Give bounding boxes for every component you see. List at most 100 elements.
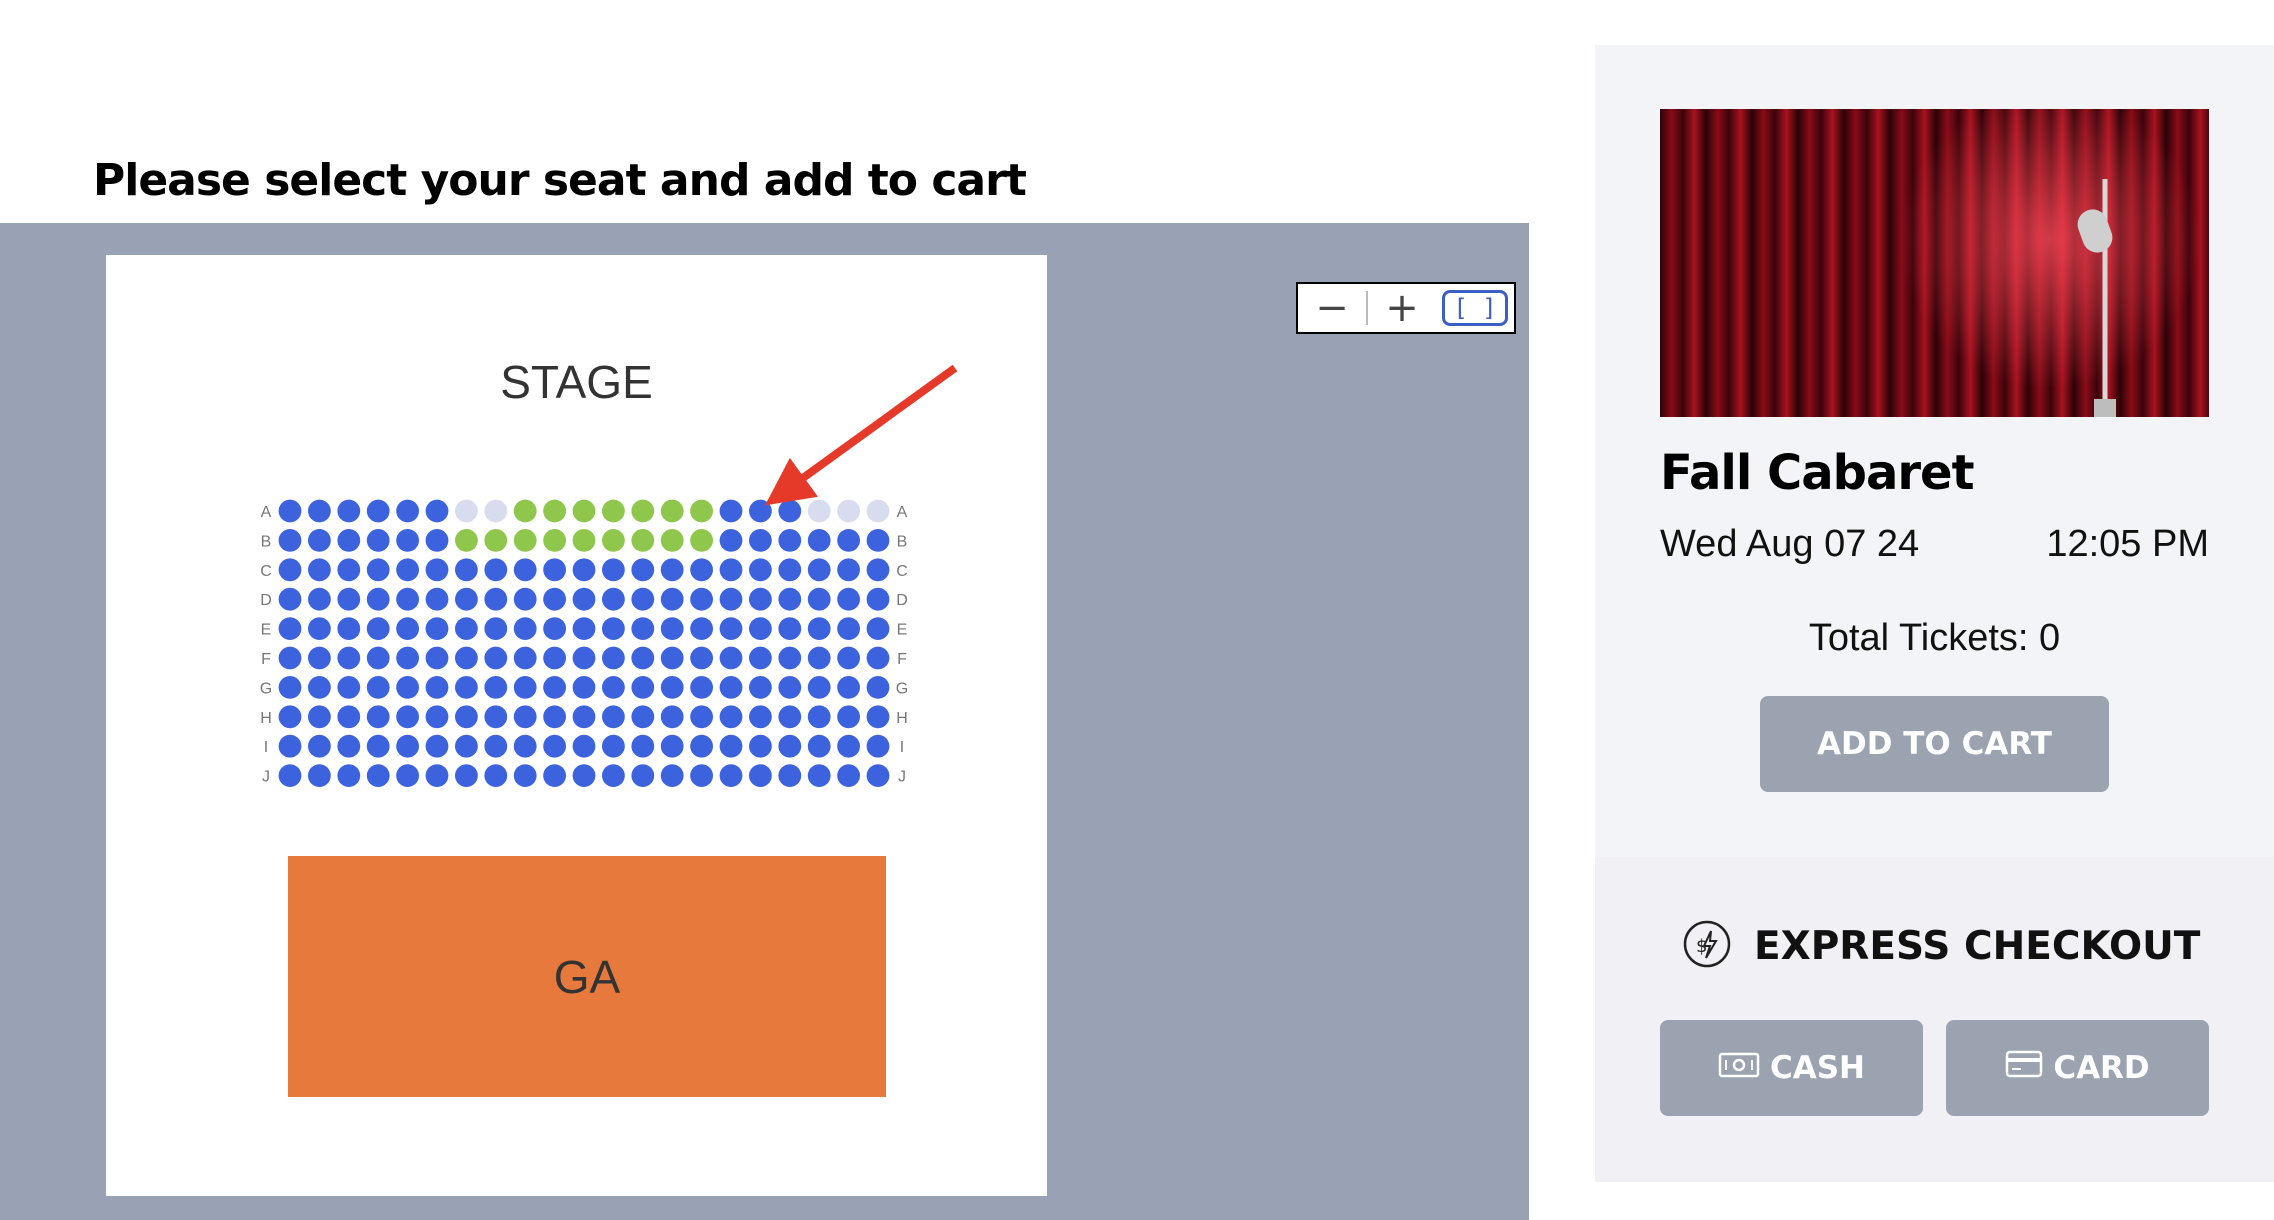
seat-D12-available[interactable] xyxy=(602,587,625,611)
seat-C9-available[interactable] xyxy=(513,558,537,582)
seat-B7-selected[interactable] xyxy=(455,529,478,552)
seat-H6-available[interactable] xyxy=(425,705,449,729)
seat-D16-available[interactable] xyxy=(719,587,743,611)
seat-A16-available[interactable] xyxy=(719,499,743,523)
seat-I16-available[interactable] xyxy=(719,734,743,758)
seat-D8-available[interactable] xyxy=(484,587,508,611)
seat-B11-selected[interactable] xyxy=(572,529,596,552)
seat-J5-available[interactable] xyxy=(396,764,419,787)
seat-G5-available[interactable] xyxy=(396,676,419,699)
seat-I2-available[interactable] xyxy=(308,734,331,758)
seat-E5-available[interactable] xyxy=(396,617,419,640)
seat-G19-available[interactable] xyxy=(807,676,831,699)
seat-G11-available[interactable] xyxy=(572,676,596,699)
seat-G12-available[interactable] xyxy=(602,676,625,699)
seat-G8-available[interactable] xyxy=(484,676,508,699)
seat-J10-available[interactable] xyxy=(543,764,566,787)
seat-E20-available[interactable] xyxy=(837,617,860,640)
seat-C1-available[interactable] xyxy=(278,558,302,582)
seat-J6-available[interactable] xyxy=(425,764,449,787)
seat-J21-available[interactable] xyxy=(866,764,890,787)
seat-E14-available[interactable] xyxy=(660,617,684,640)
seat-I20-available[interactable] xyxy=(837,734,860,758)
seat-H9-available[interactable] xyxy=(513,705,537,729)
seat-D14-available[interactable] xyxy=(660,587,684,611)
seat-H21-available[interactable] xyxy=(866,705,890,729)
seat-B12-selected[interactable] xyxy=(602,529,625,552)
seat-H12-available[interactable] xyxy=(602,705,625,729)
seat-B4-available[interactable] xyxy=(366,529,390,552)
zoom-fit-button[interactable]: [ ] xyxy=(1442,290,1508,326)
seat-D20-available[interactable] xyxy=(837,587,860,611)
seat-D9-available[interactable] xyxy=(513,587,537,611)
seat-D4-available[interactable] xyxy=(366,587,390,611)
seat-H1-available[interactable] xyxy=(278,705,302,729)
seat-A15-selected[interactable] xyxy=(690,499,713,523)
seat-F18-available[interactable] xyxy=(778,646,802,670)
seat-J17-available[interactable] xyxy=(749,764,772,787)
seat-D18-available[interactable] xyxy=(778,587,802,611)
seat-F4-available[interactable] xyxy=(366,646,390,670)
add-to-cart-button[interactable]: ADD TO CART xyxy=(1760,696,2109,792)
seat-D15-available[interactable] xyxy=(690,587,713,611)
seat-C10-available[interactable] xyxy=(543,558,566,582)
seat-I18-available[interactable] xyxy=(778,734,802,758)
seat-F6-available[interactable] xyxy=(425,646,449,670)
seat-F5-available[interactable] xyxy=(396,646,419,670)
seat-B13-selected[interactable] xyxy=(631,529,655,552)
seat-A6-available[interactable] xyxy=(425,499,449,523)
seat-B3-available[interactable] xyxy=(337,529,361,552)
seat-I4-available[interactable] xyxy=(366,734,390,758)
seat-I1-available[interactable] xyxy=(278,734,302,758)
seat-G2-available[interactable] xyxy=(308,676,331,699)
seat-D2-available[interactable] xyxy=(308,587,331,611)
seat-F11-available[interactable] xyxy=(572,646,596,670)
seat-C16-available[interactable] xyxy=(719,558,743,582)
seat-G17-available[interactable] xyxy=(749,676,772,699)
seat-B6-available[interactable] xyxy=(425,529,449,552)
seat-C7-available[interactable] xyxy=(455,558,478,582)
seat-H17-available[interactable] xyxy=(749,705,772,729)
seat-E6-available[interactable] xyxy=(425,617,449,640)
seat-C17-available[interactable] xyxy=(749,558,772,582)
seat-E11-available[interactable] xyxy=(572,617,596,640)
seat-I17-available[interactable] xyxy=(749,734,772,758)
seat-H2-available[interactable] xyxy=(308,705,331,729)
seat-F16-available[interactable] xyxy=(719,646,743,670)
seat-D5-available[interactable] xyxy=(396,587,419,611)
seat-J8-available[interactable] xyxy=(484,764,508,787)
seat-C4-available[interactable] xyxy=(366,558,390,582)
seat-H4-available[interactable] xyxy=(366,705,390,729)
seat-H16-available[interactable] xyxy=(719,705,743,729)
seat-F19-available[interactable] xyxy=(807,646,831,670)
seat-B8-selected[interactable] xyxy=(484,529,508,552)
seat-I5-available[interactable] xyxy=(396,734,419,758)
seat-I21-available[interactable] xyxy=(866,734,890,758)
seat-G16-available[interactable] xyxy=(719,676,743,699)
seat-D19-available[interactable] xyxy=(807,587,831,611)
seat-I8-available[interactable] xyxy=(484,734,508,758)
seat-A1-available[interactable] xyxy=(278,499,302,523)
seat-E12-available[interactable] xyxy=(602,617,625,640)
card-button[interactable]: CARD xyxy=(1946,1020,2209,1116)
seat-G6-available[interactable] xyxy=(425,676,449,699)
seat-F14-available[interactable] xyxy=(660,646,684,670)
seat-E8-available[interactable] xyxy=(484,617,508,640)
seat-J19-available[interactable] xyxy=(807,764,831,787)
seat-A10-selected[interactable] xyxy=(543,499,566,523)
seat-C21-available[interactable] xyxy=(866,558,890,582)
seat-D6-available[interactable] xyxy=(425,587,449,611)
ga-section[interactable]: GA xyxy=(288,856,886,1097)
seat-E17-available[interactable] xyxy=(749,617,772,640)
seat-C3-available[interactable] xyxy=(337,558,361,582)
seat-E15-available[interactable] xyxy=(690,617,713,640)
seat-G7-available[interactable] xyxy=(455,676,478,699)
seat-E9-available[interactable] xyxy=(513,617,537,640)
seat-J13-available[interactable] xyxy=(631,764,655,787)
seat-E3-available[interactable] xyxy=(337,617,361,640)
seat-C15-available[interactable] xyxy=(690,558,713,582)
seat-H10-available[interactable] xyxy=(543,705,566,729)
seat-G3-available[interactable] xyxy=(337,676,361,699)
seat-B19-available[interactable] xyxy=(807,529,831,552)
seat-G18-available[interactable] xyxy=(778,676,802,699)
